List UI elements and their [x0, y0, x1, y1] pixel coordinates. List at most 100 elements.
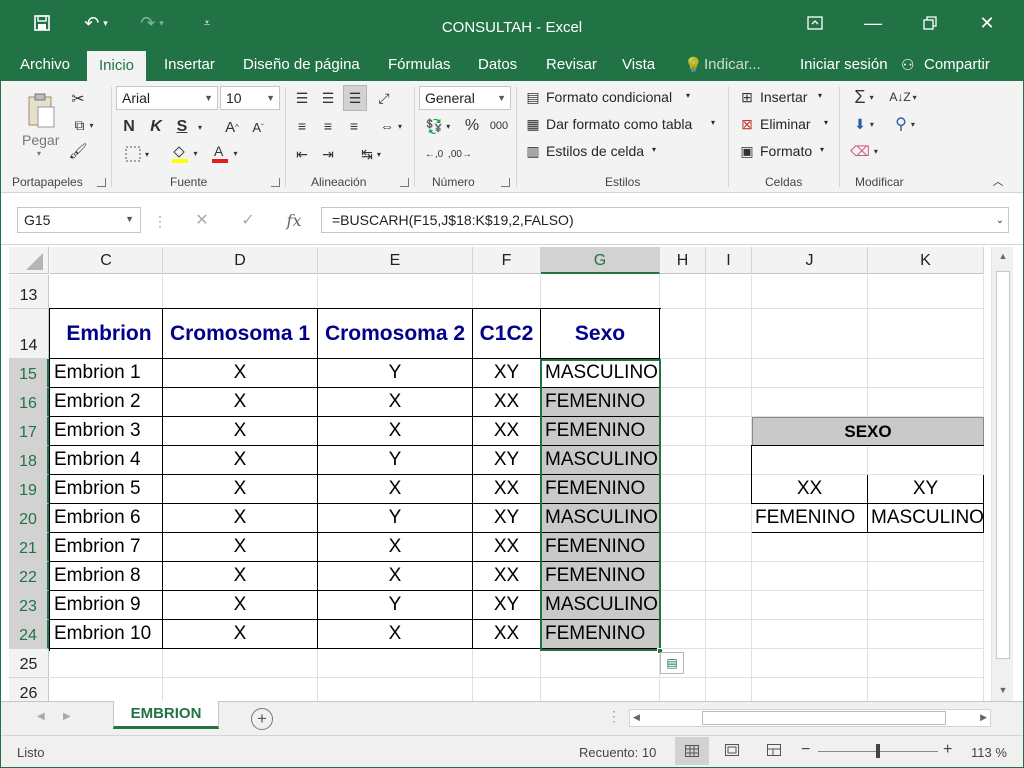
autosum-icon[interactable]: Σ ▾ — [846, 86, 882, 108]
tell-me-search[interactable]: Indicar... — [704, 56, 761, 73]
vertical-scrollbar[interactable]: ▲ ▼ — [991, 247, 1013, 701]
table-cell[interactable]: XY — [473, 504, 541, 533]
font-size-select[interactable]: 10 ▼ — [220, 86, 280, 110]
row-header[interactable]: 13 — [9, 275, 49, 309]
sign-in-link[interactable]: Iniciar sesión — [800, 56, 888, 73]
accounting-format-icon[interactable]: 💱 ▾ — [421, 115, 455, 137]
row-header[interactable]: 17 — [9, 417, 49, 446]
column-header[interactable]: K — [868, 247, 984, 274]
paste-dropdown-icon[interactable]: ▾ — [37, 149, 41, 158]
sexo-cell[interactable]: MASCULINO — [541, 359, 660, 388]
tab-vista[interactable]: Vista — [622, 56, 655, 73]
sexo-cell[interactable]: FEMENINO — [541, 533, 660, 562]
sexo-cell[interactable]: FEMENINO — [541, 475, 660, 504]
table-cell[interactable]: Y — [318, 504, 473, 533]
table-cell[interactable]: Y — [318, 591, 473, 620]
underline-dropdown-icon[interactable]: ▾ — [194, 116, 206, 138]
increase-indent-icon[interactable]: ⇥ — [317, 143, 339, 165]
format-cells-button[interactable]: Formato — [760, 143, 812, 159]
insert-dropdown-icon[interactable]: ▾ — [818, 91, 822, 100]
cancel-icon[interactable]: ✕ — [191, 209, 213, 231]
lookup-value-cell[interactable]: FEMENINO — [752, 504, 868, 533]
new-sheet-icon[interactable]: + — [251, 708, 273, 730]
column-header[interactable]: C — [50, 247, 163, 274]
table-header-cell[interactable]: Sexo — [541, 309, 660, 359]
font-color-icon[interactable]: A ▾ — [207, 141, 241, 165]
italic-button[interactable]: K — [146, 116, 166, 138]
enter-icon[interactable]: ✓ — [237, 209, 259, 231]
scroll-down-icon[interactable]: ▼ — [996, 685, 1010, 699]
sexo-cell[interactable]: FEMENINO — [541, 620, 660, 649]
table-cell[interactable]: X — [163, 533, 318, 562]
close-icon[interactable]: ✕ — [973, 10, 1001, 36]
tab-insertar[interactable]: Insertar — [164, 56, 215, 73]
table-cell[interactable]: Embrion 3 — [50, 417, 163, 446]
select-all-corner[interactable] — [9, 247, 49, 274]
table-cell[interactable]: Embrion 10 — [50, 620, 163, 649]
increase-decimal-icon[interactable]: ←,0 — [423, 143, 445, 165]
number-launcher-icon[interactable] — [501, 178, 510, 187]
sexo-cell[interactable]: FEMENINO — [541, 417, 660, 446]
lookup-key-cell[interactable]: XX — [752, 475, 868, 504]
row-header[interactable]: 16 — [9, 388, 49, 417]
table-cell[interactable]: Y — [318, 446, 473, 475]
table-cell[interactable]: Embrion 4 — [50, 446, 163, 475]
horizontal-scrollbar[interactable]: ◀ ▶ — [629, 709, 991, 727]
table-cell[interactable]: X — [318, 388, 473, 417]
row-header[interactable]: 23 — [9, 591, 49, 620]
table-header-cell[interactable]: Cromosoma 2 — [318, 309, 473, 359]
horizontal-scroll-thumb[interactable] — [702, 711, 946, 725]
table-cell[interactable]: XX — [473, 620, 541, 649]
zoom-out-icon[interactable]: − — [801, 741, 810, 759]
normal-view-icon[interactable] — [675, 737, 709, 765]
decrease-decimal-icon[interactable]: ,00→ — [448, 143, 472, 165]
table-cell[interactable]: X — [163, 359, 318, 388]
share-icon[interactable]: ⚇ — [901, 56, 914, 74]
format-table-dropdown-icon[interactable]: ▾ — [711, 118, 715, 127]
row-header[interactable]: 20 — [9, 504, 49, 533]
column-header[interactable]: I — [706, 247, 752, 274]
table-cell[interactable]: XX — [473, 388, 541, 417]
align-left-icon[interactable]: ≡ — [291, 115, 313, 137]
lookup-title[interactable]: SEXO — [752, 417, 984, 446]
table-cell[interactable]: X — [318, 475, 473, 504]
tell-me-icon[interactable]: 💡 — [684, 56, 703, 74]
table-cell[interactable]: XX — [473, 417, 541, 446]
merge-center-icon[interactable]: ⇔ ▾ — [373, 115, 409, 137]
decrease-indent-icon[interactable]: ⇤ — [291, 143, 313, 165]
table-cell[interactable]: XY — [473, 359, 541, 388]
table-cell[interactable]: X — [163, 620, 318, 649]
scroll-up-icon[interactable]: ▲ — [996, 251, 1010, 265]
formula-input[interactable]: =BUSCARH(F15,J$18:K$19,2,FALSO) — [321, 207, 1009, 233]
table-cell[interactable]: XX — [473, 562, 541, 591]
row-header[interactable]: 15 — [9, 359, 49, 388]
table-cell[interactable]: Embrion 9 — [50, 591, 163, 620]
lookup-key-cell[interactable]: XY — [868, 475, 984, 504]
alignment-launcher-icon[interactable] — [400, 178, 409, 187]
sheet-next-icon[interactable]: ▶ — [63, 711, 71, 722]
table-cell[interactable]: Embrion 7 — [50, 533, 163, 562]
page-layout-view-icon[interactable] — [725, 744, 741, 758]
column-header[interactable]: G — [541, 247, 660, 274]
table-cell[interactable]: X — [163, 475, 318, 504]
increase-font-icon[interactable]: A ^ — [221, 116, 243, 138]
status-count[interactable]: Recuento: 10 — [579, 745, 656, 760]
table-header-cell[interactable]: Cromosoma 1 — [163, 309, 318, 359]
text-direction-icon[interactable]: ↹ ▾ — [353, 143, 389, 165]
align-top-icon[interactable]: ☰ — [291, 87, 313, 109]
format-table-button[interactable]: Dar formato como tabla — [546, 116, 692, 132]
table-cell[interactable]: Embrion 1 — [50, 359, 163, 388]
table-cell[interactable]: X — [318, 417, 473, 446]
insert-cells-button[interactable]: Insertar — [760, 89, 807, 105]
font-launcher-icon[interactable] — [271, 178, 280, 187]
tab-split-grip-icon[interactable]: ⋮ — [607, 708, 621, 725]
minimize-icon[interactable]: — — [859, 10, 887, 36]
table-cell[interactable]: Embrion 5 — [50, 475, 163, 504]
row-header[interactable]: 19 — [9, 475, 49, 504]
table-cell[interactable]: X — [163, 446, 318, 475]
sort-filter-icon[interactable]: A↓Z ▾ — [885, 86, 921, 108]
ribbon-display-options-icon[interactable] — [801, 10, 829, 36]
insert-function-icon[interactable]: fx — [283, 209, 305, 231]
lookup-value-cell[interactable]: MASCULINO — [868, 504, 984, 533]
zoom-in-icon[interactable]: + — [943, 741, 952, 759]
